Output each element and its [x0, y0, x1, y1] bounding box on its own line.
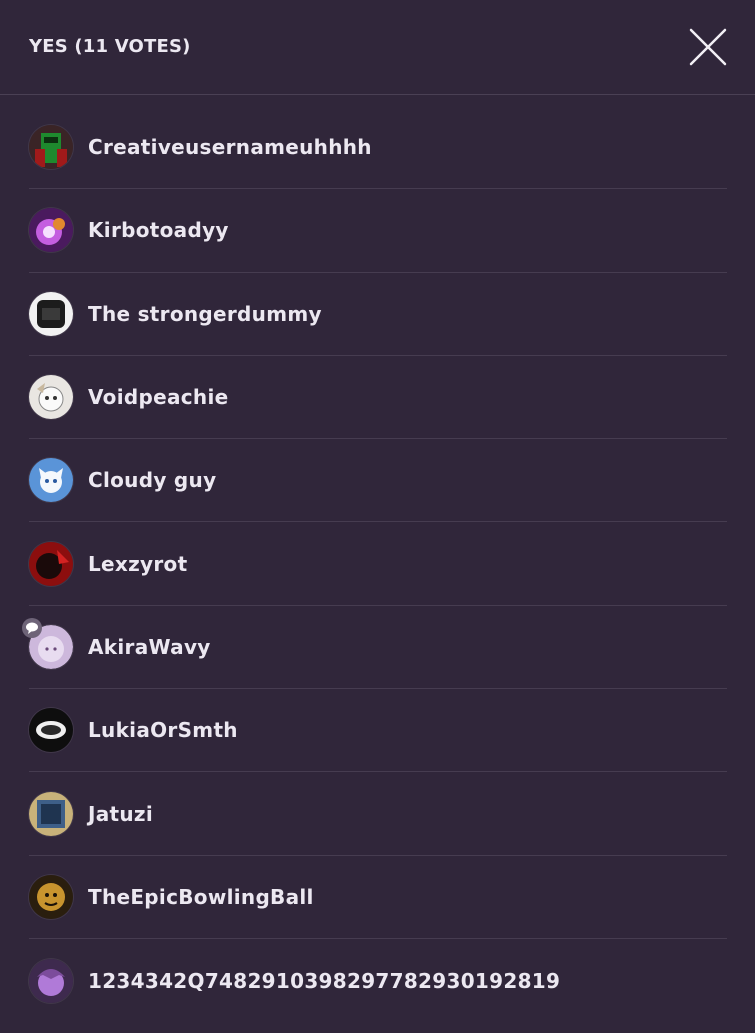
voter-name[interactable]: Creativeusernameuhhhh	[88, 135, 372, 159]
avatar[interactable]	[29, 791, 73, 836]
speech-bubble-icon	[22, 617, 42, 638]
voter-row[interactable]: AkiraWavy	[22, 606, 727, 690]
votes-modal: YES (11 VOTES) Creativeusernameuhhhh Kir…	[0, 0, 755, 1033]
avatar[interactable]	[29, 874, 73, 919]
voter-name[interactable]: 1234342Q748291039829778293019281​9	[88, 969, 560, 993]
voter-name[interactable]: Voidpeachie	[88, 385, 229, 409]
avatar[interactable]	[22, 617, 73, 669]
modal-title: YES (11 VOTES)	[29, 36, 191, 57]
voter-name[interactable]: TheEpicBowlingBall	[88, 885, 314, 909]
avatar[interactable]	[29, 375, 73, 420]
voter-name[interactable]: AkiraWavy	[88, 635, 211, 659]
avatar[interactable]	[29, 541, 73, 586]
close-icon	[689, 28, 727, 66]
voter-row[interactable]: LukiaOrSmth	[29, 689, 727, 773]
avatar[interactable]	[29, 208, 73, 253]
voter-name[interactable]: Jatuzi	[88, 802, 153, 826]
voter-name[interactable]: LukiaOrSmth	[88, 718, 238, 742]
voter-name[interactable]: Kirbotoadyy	[88, 218, 229, 242]
voter-name[interactable]: Lexzyrot	[88, 552, 187, 576]
avatar[interactable]	[29, 708, 73, 753]
voter-row[interactable]: The strongerdummy	[29, 273, 727, 356]
voter-name[interactable]: Cloudy guy	[88, 468, 216, 492]
voter-row[interactable]: Voidpeachie	[29, 356, 727, 440]
voter-row[interactable]: Kirbotoadyy	[29, 189, 727, 273]
avatar[interactable]	[29, 958, 73, 1003]
close-button[interactable]	[688, 27, 728, 67]
avatar[interactable]	[29, 291, 73, 336]
voter-row[interactable]: Lexzyrot	[29, 522, 727, 606]
voter-row[interactable]: TheEpicBowlingBall	[29, 856, 727, 939]
voter-row[interactable]: Jatuzi	[29, 772, 727, 856]
voter-list: Creativeusernameuhhhh Kirbotoadyy The st…	[22, 106, 727, 1022]
avatar[interactable]	[29, 458, 73, 503]
voter-name[interactable]: The strongerdummy	[88, 302, 322, 326]
voter-row[interactable]: Creativeusernameuhhhh	[29, 106, 727, 190]
voter-row[interactable]: Cloudy guy	[29, 439, 727, 523]
avatar[interactable]	[29, 125, 73, 170]
voter-row[interactable]: 1234342Q748291039829778293019281​9	[29, 939, 727, 1022]
modal-header: YES (11 VOTES)	[0, 0, 755, 95]
